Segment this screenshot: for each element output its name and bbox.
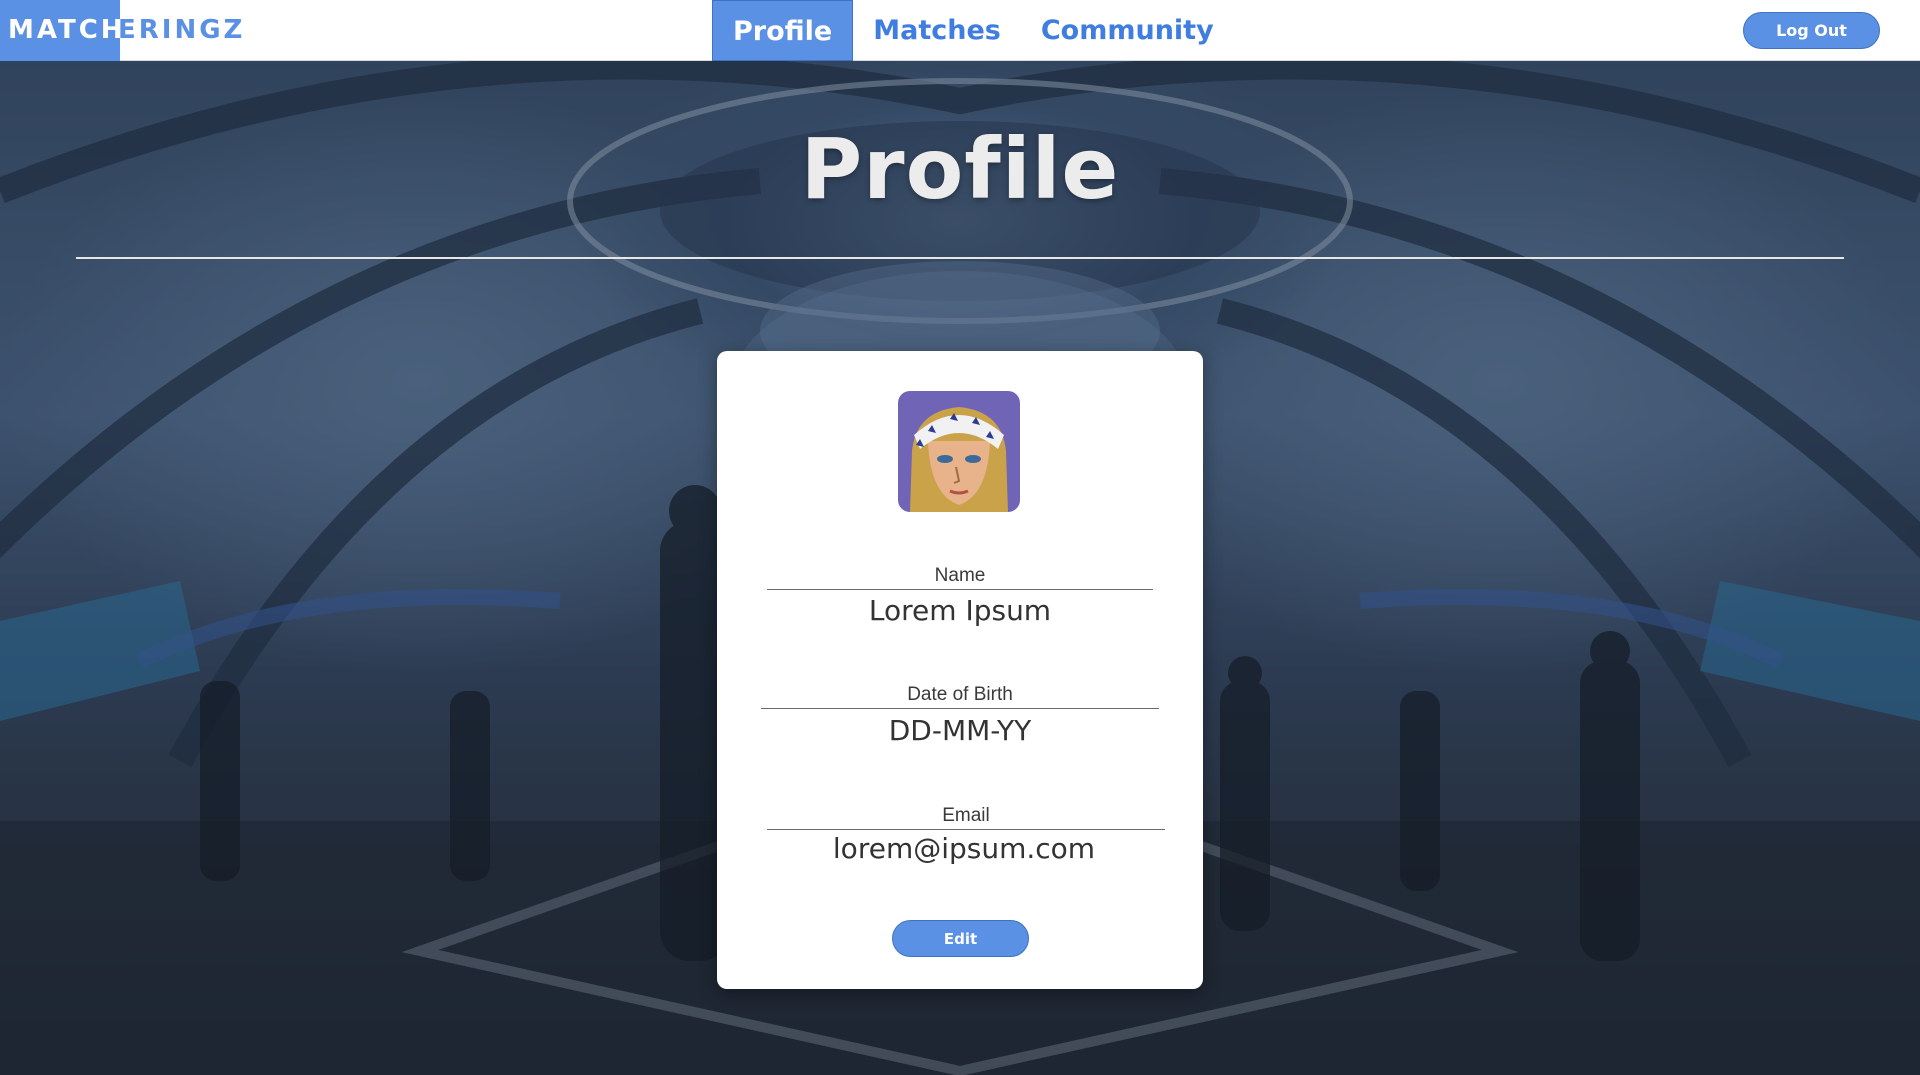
tab-profile[interactable]: Profile [712, 0, 854, 61]
avatar [898, 391, 1020, 512]
email-label: Email [767, 805, 1165, 830]
dob-label: Date of Birth [761, 684, 1159, 709]
name-value: Lorem Ipsum [868, 594, 1052, 627]
dob-value: DD-MM-YY [888, 714, 1032, 747]
edit-profile-button[interactable]: Edit [892, 920, 1029, 957]
profile-card: Name Lorem Ipsum Date of Birth DD-MM-YY … [717, 351, 1203, 989]
logout-button[interactable]: Log Out [1743, 12, 1880, 49]
brand-logo-highlight: MATCH [0, 0, 123, 61]
nav-tabs: Profile Matches Community [712, 0, 1234, 61]
title-divider [76, 257, 1844, 259]
brand-logo[interactable]: MATCHERINGZ [0, 0, 245, 61]
page-title: Profile [800, 120, 1120, 218]
name-label: Name [767, 565, 1153, 590]
top-navbar: MATCHERINGZ Profile Matches Community Lo… [0, 0, 1920, 61]
character-portrait-icon [898, 391, 1020, 512]
tab-community[interactable]: Community [1021, 0, 1234, 61]
brand-logo-rest: ERINGZ [118, 15, 246, 45]
tab-matches[interactable]: Matches [853, 0, 1021, 61]
email-value: lorem@ipsum.com [832, 832, 1096, 865]
